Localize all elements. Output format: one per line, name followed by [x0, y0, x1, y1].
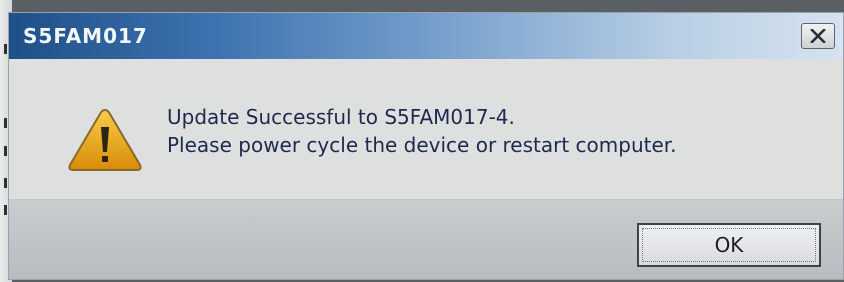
dialog-title: S5FAM017 — [23, 24, 148, 48]
warning-triangle-icon — [68, 108, 142, 171]
dialog-content: Update Successful to S5FAM017-4. Please … — [9, 59, 843, 199]
message-dialog: S5FAM017 Update Successful to S5FAM017-4… — [8, 12, 844, 280]
message-line-2: Please power cycle the device or restart… — [167, 133, 677, 157]
close-x-icon — [810, 29, 826, 43]
ok-button[interactable]: OK — [637, 223, 821, 267]
dialog-title-bar[interactable]: S5FAM017 — [9, 13, 843, 59]
close-button[interactable] — [801, 23, 835, 49]
message-line-1: Update Successful to S5FAM017-4. — [167, 105, 515, 129]
dialog-button-bar: OK — [9, 199, 843, 279]
dialog-message: Update Successful to S5FAM017-4. Please … — [167, 103, 677, 159]
